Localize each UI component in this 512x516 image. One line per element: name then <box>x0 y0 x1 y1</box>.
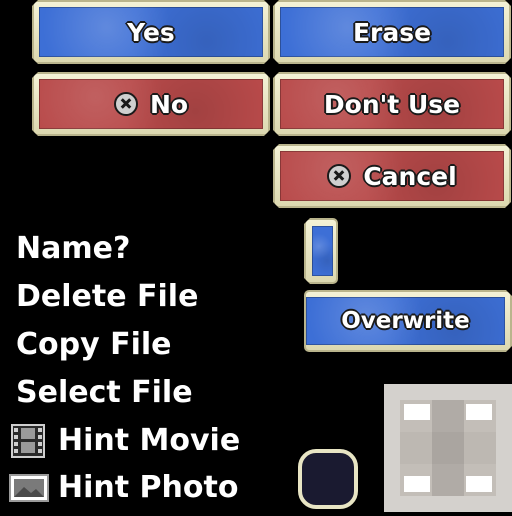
cancel-button[interactable]: Cancel <box>273 144 511 208</box>
overwrite-button-label: Overwrite <box>341 308 470 334</box>
cancel-button-face: Cancel <box>280 151 504 201</box>
cursor-box <box>298 449 358 509</box>
yes-button-label: Yes <box>127 17 175 47</box>
button-fragment <box>304 218 338 284</box>
erase-button-face: Erase <box>280 7 504 57</box>
no-button-face: No <box>39 79 263 129</box>
yes-button[interactable]: Yes <box>32 0 270 64</box>
no-button-label: No <box>149 89 189 119</box>
hint-photo-option[interactable]: Hint Photo <box>58 470 238 505</box>
circle-button-icon <box>114 92 138 116</box>
dont-use-button[interactable]: Don't Use <box>273 72 511 136</box>
circle-button-icon <box>327 164 351 188</box>
dont-use-button-label: Don't Use <box>323 89 461 119</box>
no-button[interactable]: No <box>32 72 270 136</box>
name-prompt: Name? <box>16 231 131 266</box>
button-fragment-face <box>312 226 333 276</box>
overwrite-button[interactable]: Overwrite <box>304 290 512 352</box>
yes-button-face: Yes <box>39 7 263 57</box>
erase-button[interactable]: Erase <box>273 0 511 64</box>
erase-button-label: Erase <box>352 17 432 47</box>
dont-use-button-face: Don't Use <box>280 79 504 129</box>
select-file-option[interactable]: Select File <box>16 375 193 410</box>
overwrite-button-face: Overwrite <box>306 297 505 345</box>
thumbnail-frame <box>384 384 512 512</box>
delete-file-option[interactable]: Delete File <box>16 279 198 314</box>
cancel-button-label: Cancel <box>363 161 457 191</box>
photo-icon <box>9 474 49 502</box>
thumbnail-placeholder <box>384 384 512 512</box>
copy-file-option[interactable]: Copy File <box>16 327 172 362</box>
film-strip-icon <box>11 424 45 458</box>
hint-movie-option[interactable]: Hint Movie <box>58 423 240 458</box>
